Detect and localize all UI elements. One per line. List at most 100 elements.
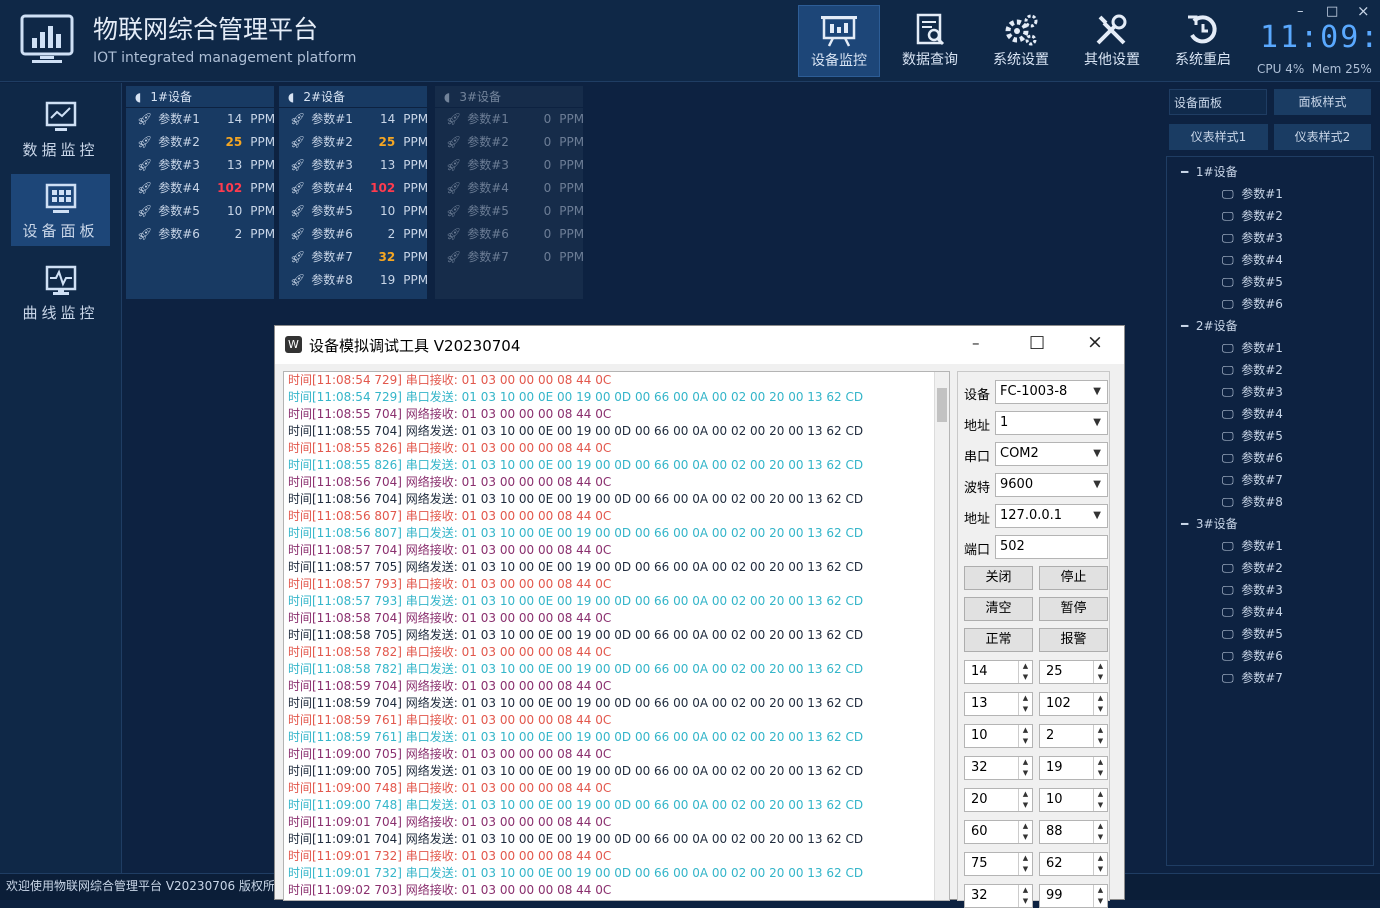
tree-param-node[interactable]: 🖵︎ 参数#7 [1222, 471, 1283, 488]
action-button[interactable]: 停止 [1039, 566, 1108, 590]
stepper-arrows-icon[interactable]: ▲ ▼ [1018, 693, 1032, 715]
tree-param-node[interactable]: 🖵︎ 参数#4 [1222, 603, 1283, 620]
field-combobox[interactable]: COM2 ▼ [995, 442, 1108, 466]
action-button[interactable]: 正常 [964, 628, 1033, 652]
tree-param-label: 参数#5 [1241, 627, 1283, 641]
tree-param-node[interactable]: 🖵︎ 参数#3 [1222, 383, 1283, 400]
tree-param-node[interactable]: 🖵︎ 参数#2 [1222, 361, 1283, 378]
stepper-arrows-icon[interactable]: ▲ ▼ [1093, 693, 1107, 715]
tree-param-node[interactable]: 🖵︎ 参数#6 [1222, 449, 1283, 466]
stepper-arrows-icon[interactable]: ▲ ▼ [1093, 757, 1107, 779]
chevron-down-icon[interactable]: ▼ [1093, 505, 1101, 527]
collapse-icon[interactable]: ━ [1181, 319, 1188, 333]
value-stepper[interactable]: 88 ▲ ▼ [1039, 820, 1108, 844]
value-stepper[interactable]: 25 ▲ ▼ [1039, 660, 1108, 684]
message-log[interactable]: 时间[11:08:54 729] 串口接收: 01 03 00 00 00 08… [283, 371, 950, 901]
log-scrollbar[interactable] [934, 372, 949, 900]
maximize-button[interactable]: □ [1326, 4, 1338, 19]
stepper-arrows-icon[interactable]: ▲ ▼ [1093, 821, 1107, 843]
field-combobox[interactable]: FC-1003-8 ▼ [995, 380, 1108, 404]
tree-param-node[interactable]: 🖵︎ 参数#5 [1222, 625, 1283, 642]
stepper-arrows-icon[interactable]: ▲ ▼ [1093, 885, 1107, 907]
monitor-icon: 🖵︎ [1222, 385, 1234, 399]
action-button[interactable]: 暂停 [1039, 597, 1108, 621]
tree-param-node[interactable]: 🖵︎ 参数#5 [1222, 427, 1283, 444]
stepper-arrows-icon[interactable]: ▲ ▼ [1018, 853, 1032, 875]
nav-system-settings[interactable]: 系统设置 [980, 5, 1062, 77]
field-combobox[interactable]: 9600 ▼ [995, 473, 1108, 497]
stepper-arrows-icon[interactable]: ▲ ▼ [1018, 821, 1032, 843]
tree-param-node[interactable]: 🖵︎ 参数#4 [1222, 251, 1283, 268]
tree-param-node[interactable]: 🖵︎ 参数#5 [1222, 273, 1283, 290]
stepper-arrows-icon[interactable]: ▲ ▼ [1018, 725, 1032, 747]
scrollbar-thumb[interactable] [937, 388, 947, 422]
field-combobox[interactable]: 1 ▼ [995, 411, 1108, 435]
dialog-close-button[interactable]: × [1087, 331, 1103, 353]
collapse-icon[interactable]: ━ [1181, 165, 1188, 179]
sidebar-item-curve-monitor[interactable]: 曲线监控 [11, 256, 110, 328]
tree-param-node[interactable]: 🖵︎ 参数#4 [1222, 405, 1283, 422]
action-button[interactable]: 关闭 [964, 566, 1033, 590]
close-button[interactable]: × [1357, 2, 1370, 20]
stepper-arrows-icon[interactable]: ▲ ▼ [1093, 661, 1107, 683]
tree-param-node[interactable]: 🖵︎ 参数#3 [1222, 229, 1283, 246]
value-stepper[interactable]: 20 ▲ ▼ [964, 788, 1033, 812]
tree-param-node[interactable]: 🖵︎ 参数#2 [1222, 559, 1283, 576]
minimize-button[interactable]: – [1297, 4, 1304, 19]
port-input[interactable]: 502 [995, 535, 1108, 559]
chevron-down-icon[interactable]: ▼ [1093, 381, 1101, 403]
tree-param-node[interactable]: 🖵︎ 参数#3 [1222, 581, 1283, 598]
tree-param-node[interactable]: 🖵︎ 参数#1 [1222, 185, 1283, 202]
gauge-style-1-button[interactable]: 仪表样式1 [1169, 124, 1268, 150]
tree-device-node[interactable]: ━ 3#设备 [1181, 515, 1238, 532]
nav-data-query[interactable]: 数据查询 [889, 5, 971, 77]
sidebar-item-device-panel[interactable]: 设备面板 [11, 174, 110, 246]
dialog-titlebar[interactable]: W 设备模拟调试工具 V20230704 – □ × [275, 326, 1124, 364]
tree-param-node[interactable]: 🖵︎ 参数#1 [1222, 339, 1283, 356]
tree-param-node[interactable]: 🖵︎ 参数#8 [1222, 493, 1283, 510]
value-stepper[interactable]: 32 ▲ ▼ [964, 884, 1033, 908]
tree-device-node[interactable]: ━ 1#设备 [1181, 163, 1238, 180]
tree-param-node[interactable]: 🖵︎ 参数#1 [1222, 537, 1283, 554]
chevron-down-icon[interactable]: ▼ [1093, 474, 1101, 496]
nav-other-settings[interactable]: 其他设置 [1071, 5, 1153, 77]
tree-param-node[interactable]: 🖵︎ 参数#6 [1222, 295, 1283, 312]
value-stepper[interactable]: 2 ▲ ▼ [1039, 724, 1108, 748]
stepper-arrows-icon[interactable]: ▲ ▼ [1093, 725, 1107, 747]
gauge-style-2-button[interactable]: 仪表样式2 [1274, 124, 1371, 150]
value-stepper[interactable]: 10 ▲ ▼ [964, 724, 1033, 748]
stepper-arrows-icon[interactable]: ▲ ▼ [1018, 885, 1032, 907]
stepper-arrows-icon[interactable]: ▲ ▼ [1018, 661, 1032, 683]
sidebar-item-data-monitor[interactable]: 数据监控 [11, 93, 110, 165]
tree-param-node[interactable]: 🖵︎ 参数#7 [1222, 669, 1283, 686]
stepper-arrows-icon[interactable]: ▲ ▼ [1093, 853, 1107, 875]
value-stepper[interactable]: 14 ▲ ▼ [964, 660, 1033, 684]
dialog-maximize-button[interactable]: □ [1029, 332, 1045, 352]
panel-style-button[interactable]: 面板样式 [1274, 89, 1371, 115]
value-stepper[interactable]: 32 ▲ ▼ [964, 756, 1033, 780]
value-stepper[interactable]: 75 ▲ ▼ [964, 852, 1033, 876]
collapse-icon[interactable]: ━ [1181, 517, 1188, 531]
action-button[interactable]: 清空 [964, 597, 1033, 621]
dialog-minimize-button[interactable]: – [972, 334, 980, 352]
field-combobox[interactable]: 127.0.0.1 ▼ [995, 504, 1108, 528]
value-stepper[interactable]: 62 ▲ ▼ [1039, 852, 1108, 876]
nav-system-restart[interactable]: 系统重启 [1162, 5, 1244, 77]
panel-select[interactable]: 设备面板 [1169, 89, 1267, 115]
chevron-down-icon[interactable]: ▼ [1093, 443, 1101, 465]
value-stepper[interactable]: 13 ▲ ▼ [964, 692, 1033, 716]
value-stepper[interactable]: 60 ▲ ▼ [964, 820, 1033, 844]
value-stepper[interactable]: 19 ▲ ▼ [1039, 756, 1108, 780]
tree-device-node[interactable]: ━ 2#设备 [1181, 317, 1238, 334]
action-button[interactable]: 报警 [1039, 628, 1108, 652]
stepper-arrows-icon[interactable]: ▲ ▼ [1018, 757, 1032, 779]
stepper-arrows-icon[interactable]: ▲ ▼ [1018, 789, 1032, 811]
value-stepper[interactable]: 102 ▲ ▼ [1039, 692, 1108, 716]
value-stepper[interactable]: 10 ▲ ▼ [1039, 788, 1108, 812]
chevron-down-icon[interactable]: ▼ [1093, 412, 1101, 434]
tree-param-node[interactable]: 🖵︎ 参数#2 [1222, 207, 1283, 224]
value-stepper[interactable]: 99 ▲ ▼ [1039, 884, 1108, 908]
stepper-arrows-icon[interactable]: ▲ ▼ [1093, 789, 1107, 811]
nav-device-monitor[interactable]: 设备监控 [798, 5, 880, 77]
tree-param-node[interactable]: 🖵︎ 参数#6 [1222, 647, 1283, 664]
